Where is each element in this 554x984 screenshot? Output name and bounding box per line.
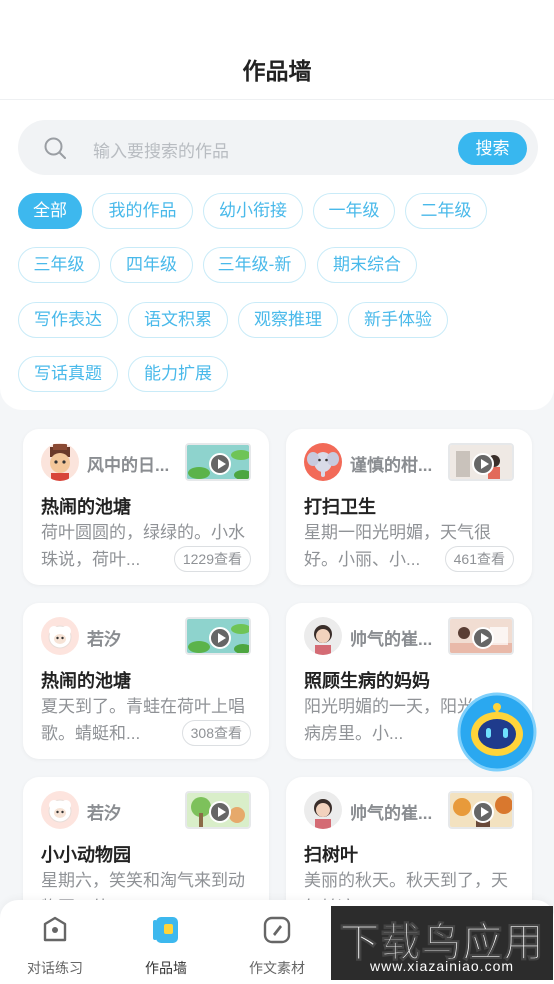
tab-label: 对话练习 (27, 960, 83, 976)
filter-chip[interactable]: 四年级 (110, 247, 193, 283)
works-wall-icon (153, 917, 178, 943)
girl-avatar-icon (304, 791, 342, 829)
work-title: 扫树叶 (304, 845, 358, 865)
filter-chip[interactable]: 写作表达 (18, 302, 118, 338)
play-icon (472, 801, 494, 823)
author-name: 若汐 (87, 804, 121, 823)
watermark-url: www.xiazainiao.com (369, 958, 515, 974)
work-title: 打扫卫生 (304, 497, 376, 517)
author-name: 若汐 (87, 630, 121, 649)
filter-chip[interactable]: 全部 (18, 193, 82, 229)
sheep-avatar-icon (41, 791, 79, 829)
filter-chip[interactable]: 幼小衔接 (203, 193, 303, 229)
filter-chip[interactable]: 三年级-新 (203, 247, 306, 283)
author-name: 帅气的崔... (350, 630, 433, 649)
zoo-thumbnail-icon (185, 791, 251, 829)
watermark-logo: 下载鸟应用 www.xiazainiao.com (331, 906, 553, 980)
filter-chip[interactable]: 新手体验 (348, 302, 448, 338)
girl-avatar-icon (304, 617, 342, 655)
search-icon (44, 137, 66, 159)
page-title: 作品墙 (242, 58, 312, 84)
filter-chip[interactable]: 三年级 (18, 247, 100, 283)
play-icon (472, 627, 494, 649)
author-name: 帅气的崔... (350, 804, 433, 823)
bedroom-thumbnail-icon (448, 617, 514, 655)
play-icon (209, 627, 231, 649)
top-header: 作品墙 (0, 0, 554, 100)
material-icon (263, 916, 291, 944)
tab-label: 作品墙 (145, 960, 187, 976)
filter-panel: 输入要搜索的作品 搜索 全部 我的作品 幼小衔接 一年级 二年级 三年级 四年级… (0, 100, 554, 410)
filter-chip[interactable]: 我的作品 (92, 193, 193, 229)
filter-chip[interactable]: 期末综合 (317, 247, 417, 283)
filter-chip[interactable]: 语文积累 (128, 302, 228, 338)
filter-chip[interactable]: 一年级 (313, 193, 395, 229)
boy-avatar-icon (41, 443, 79, 481)
tab-works-wall[interactable]: 作品墙 (116, 914, 216, 978)
search-bar[interactable]: 输入要搜索的作品 搜索 (18, 120, 538, 175)
author-name: 谨慎的柑... (350, 456, 433, 475)
view-count: 1229查看 (173, 546, 251, 572)
robot-assistant-icon[interactable] (457, 692, 537, 772)
search-button[interactable]: 搜索 (458, 132, 527, 165)
tab-dialogue-practice[interactable]: 对话练习 (5, 914, 105, 978)
work-card[interactable]: 若汐 热闹的池塘 夏天到了。青蛙在荷叶上唱歌。蜻蜓和... 308查看 (23, 603, 269, 759)
sheep-avatar-icon (41, 617, 79, 655)
work-card[interactable]: 风中的日... 热闹的池塘 荷叶圆圆的，绿绿的。小水珠说，荷叶... 1229查… (23, 429, 269, 585)
work-card[interactable]: 谨慎的柑... 打扫卫生 星期一阳光明媚，天气很好。小丽、小... 461查看 (286, 429, 532, 585)
classroom-thumbnail-icon (448, 443, 514, 481)
search-input[interactable]: 输入要搜索的作品 (93, 137, 229, 162)
work-title: 小小动物园 (41, 845, 131, 865)
play-icon (472, 453, 494, 475)
pond-thumbnail-icon (185, 617, 251, 655)
tab-label: 作文素材 (249, 960, 305, 976)
play-icon (209, 801, 231, 823)
elephant-avatar-icon (304, 443, 342, 481)
author-name: 风中的日... (87, 456, 170, 475)
pond-thumbnail-icon (185, 443, 251, 481)
filter-chip[interactable]: 二年级 (405, 193, 487, 229)
dialogue-icon (43, 916, 67, 942)
filter-chip[interactable]: 能力扩展 (128, 356, 228, 392)
view-count: 308查看 (181, 720, 251, 746)
view-count: 461查看 (444, 546, 514, 572)
work-title: 照顾生病的妈妈 (304, 671, 430, 691)
play-icon (209, 453, 231, 475)
work-title: 热闹的池塘 (41, 671, 131, 691)
filter-chip[interactable]: 写话真题 (18, 356, 118, 392)
filter-chip[interactable]: 观察推理 (238, 302, 338, 338)
work-title: 热闹的池塘 (41, 497, 131, 517)
autumn-thumbnail-icon (448, 791, 514, 829)
tab-essay-materials[interactable]: 作文素材 (227, 914, 327, 978)
